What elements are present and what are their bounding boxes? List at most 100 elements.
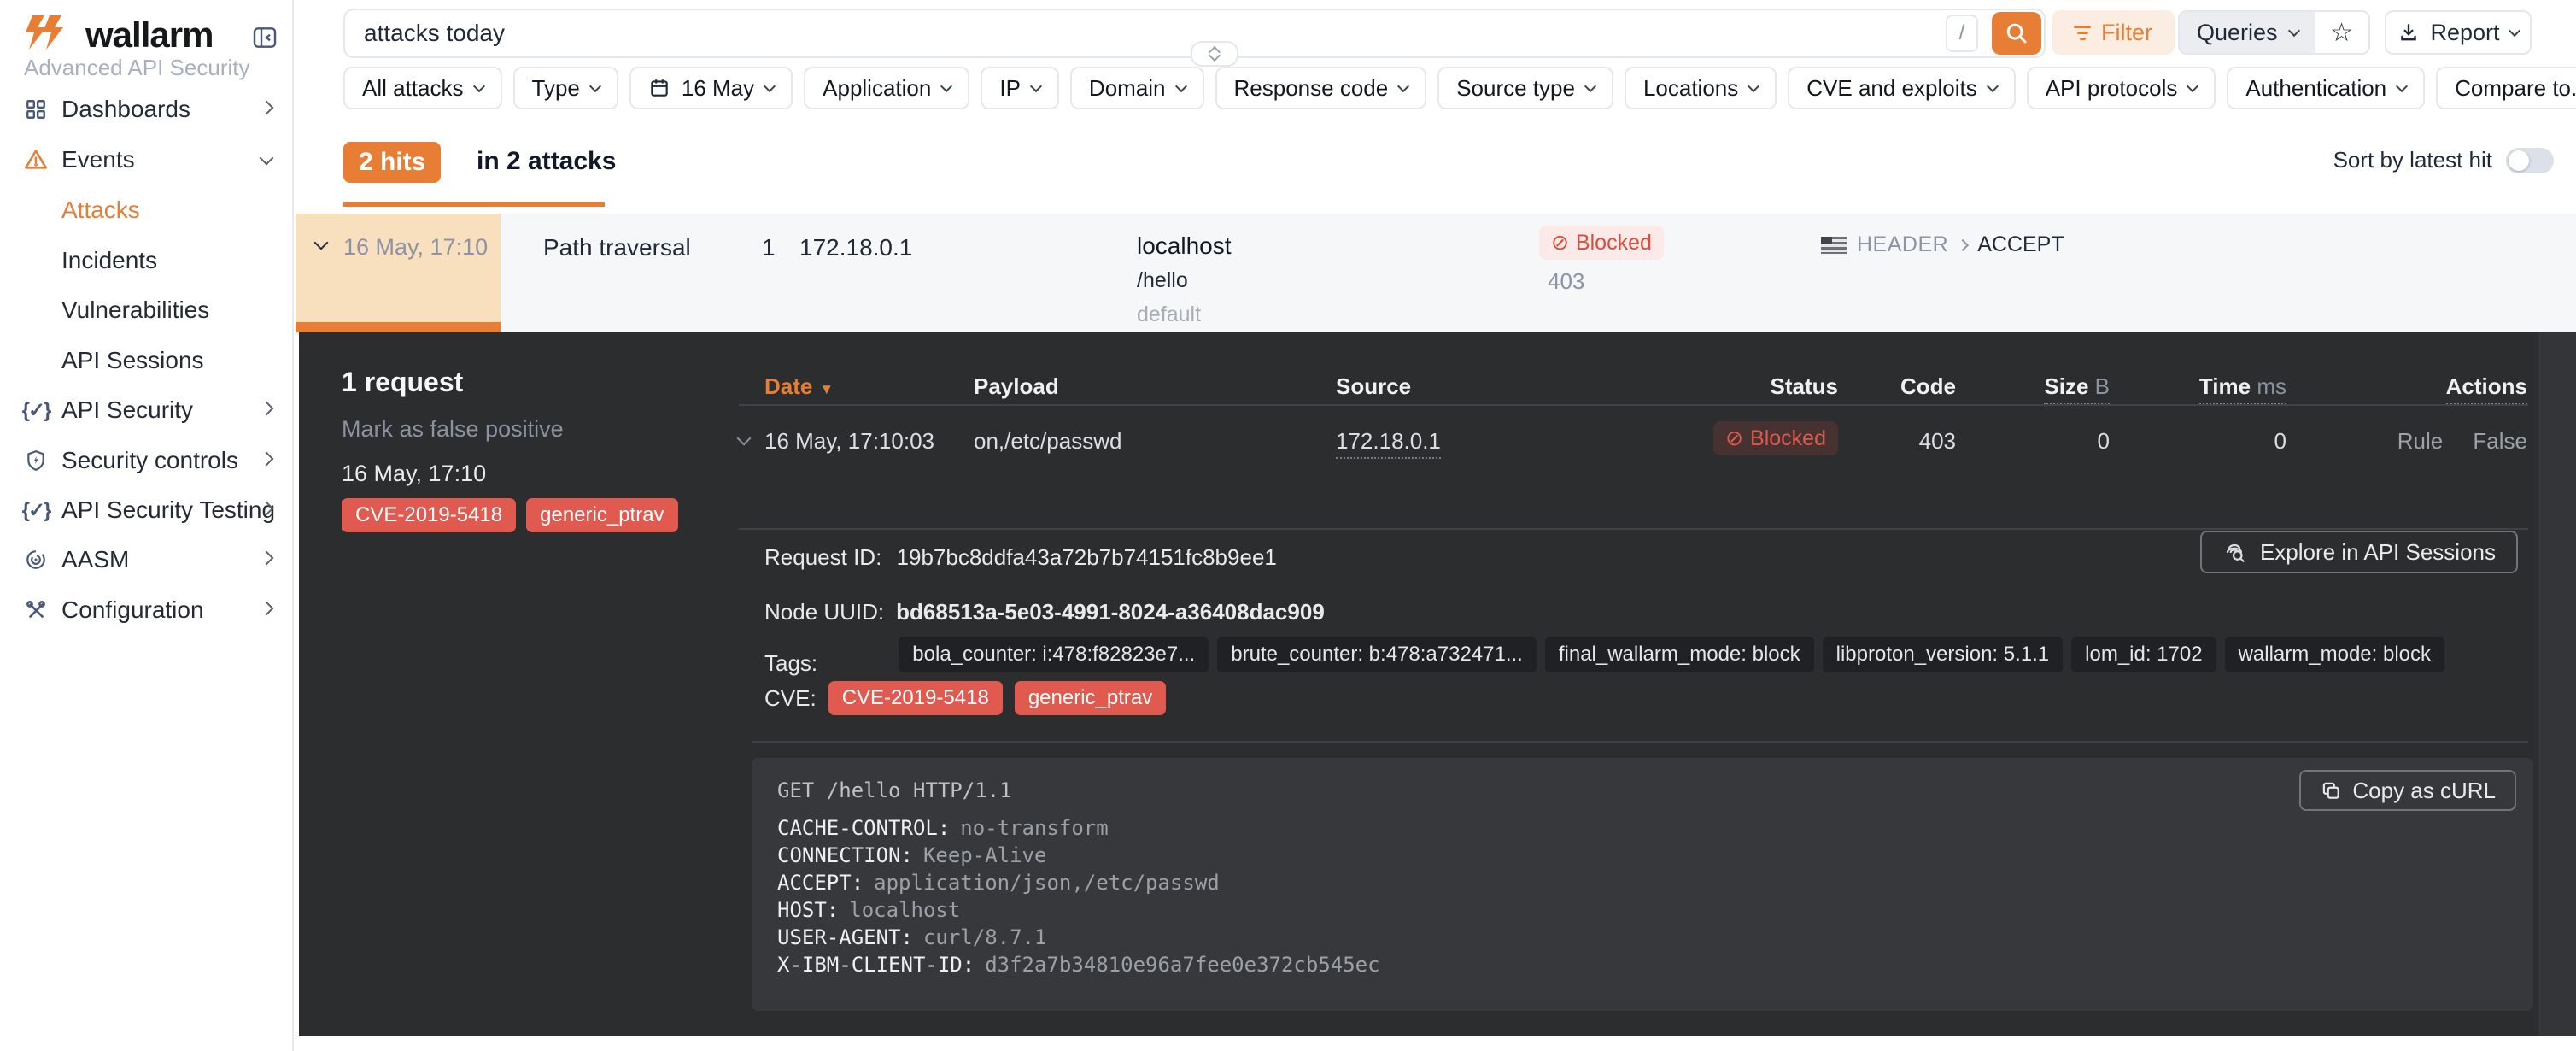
cve-tag[interactable]: CVE-2019-5418 bbox=[342, 498, 516, 532]
sort-toggle[interactable] bbox=[2506, 148, 2554, 173]
chevron-down-icon bbox=[2187, 80, 2198, 92]
rule-action-link[interactable]: Rule bbox=[2397, 428, 2443, 454]
queries-button[interactable]: Queries bbox=[2180, 12, 2315, 53]
attack-tag[interactable]: generic_ptrav bbox=[526, 498, 677, 532]
table-separator bbox=[739, 404, 2528, 406]
country-flag-icon bbox=[1821, 237, 1847, 254]
chevron-right-icon bbox=[260, 502, 274, 516]
sidebar-item-api-sessions[interactable]: API Sessions bbox=[0, 340, 294, 381]
request-time: 0 bbox=[2110, 428, 2286, 455]
attack-source-ip: 172.18.0.1 bbox=[799, 234, 912, 261]
http-headers: CACHE-CONTROL:no-transform CONNECTION:Ke… bbox=[777, 814, 1380, 978]
tag-pill[interactable]: wallarm_mode: block bbox=[2225, 637, 2444, 672]
chevron-down-icon bbox=[2508, 25, 2520, 37]
tag-pill[interactable]: bola_counter: i:478:f82823e7... bbox=[899, 637, 1209, 672]
sidebar-item-api-security-testing[interactable]: {✓} API Security Testing bbox=[0, 490, 294, 531]
filter-button[interactable]: Filter bbox=[2052, 10, 2175, 55]
tag-pill[interactable]: final_wallarm_mode: block bbox=[1545, 637, 1814, 672]
filter-chip-api-protocols[interactable]: API protocols bbox=[2027, 67, 2216, 109]
filter-chip-ip[interactable]: IP bbox=[981, 67, 1059, 109]
attack-date-cell[interactable]: 16 May, 17:10 bbox=[296, 214, 501, 332]
filter-chip-all-attacks[interactable]: All attacks bbox=[343, 67, 502, 109]
filter-chip-compare-to[interactable]: Compare to... bbox=[2436, 67, 2576, 109]
sidebar-item-api-security[interactable]: {✓} API Security bbox=[0, 390, 294, 431]
request-payload: on,/etc/passwd bbox=[974, 428, 1121, 455]
tags-row: bola_counter: i:478:f82823e7... brute_co… bbox=[899, 637, 2444, 672]
sidebar-item-incidents[interactable]: Incidents bbox=[0, 240, 294, 281]
search-button[interactable] bbox=[1992, 12, 2041, 55]
filter-chip-type[interactable]: Type bbox=[513, 67, 618, 109]
chevron-down-icon[interactable] bbox=[737, 432, 752, 446]
request-count-title: 1 request bbox=[342, 367, 463, 398]
attack-tag[interactable]: generic_ptrav bbox=[1015, 681, 1166, 715]
http-header-line: ACCEPT:application/json,/etc/passwd bbox=[777, 869, 1380, 896]
slash-shortcut-key: / bbox=[1946, 15, 1978, 52]
false-action-link[interactable]: False bbox=[2473, 428, 2527, 454]
filter-chip-date[interactable]: 16 May bbox=[629, 67, 793, 109]
table-separator bbox=[739, 528, 2528, 530]
detail-summary-tags: CVE-2019-5418 generic_ptrav bbox=[342, 498, 678, 532]
http-header-line: CACHE-CONTROL:no-transform bbox=[777, 814, 1380, 842]
collapse-searchbar-handle[interactable] bbox=[1191, 41, 1238, 67]
logo[interactable]: wallarm bbox=[24, 14, 213, 56]
sidebar-item-events[interactable]: Events bbox=[0, 139, 294, 180]
http-header-line: CONNECTION:Keep-Alive bbox=[777, 842, 1380, 869]
request-date: 16 May, 17:10:03 bbox=[764, 428, 934, 455]
chevron-down-icon bbox=[764, 80, 776, 92]
column-header-size[interactable]: Size B bbox=[1956, 373, 2110, 400]
sidebar-collapse-icon[interactable] bbox=[251, 24, 278, 51]
attack-application: default bbox=[1137, 302, 1201, 327]
detail-date: 16 May, 17:10 bbox=[342, 461, 486, 487]
sidebar-item-vulnerabilities[interactable]: Vulnerabilities bbox=[0, 290, 294, 331]
filter-chip-locations[interactable]: Locations bbox=[1625, 67, 1777, 109]
fingerprint-search-icon bbox=[2222, 539, 2248, 565]
attack-type: Path traversal bbox=[543, 234, 691, 261]
filter-chip-source-type[interactable]: Source type bbox=[1437, 67, 1613, 109]
hits-count-badge: 2 hits bbox=[343, 142, 441, 183]
column-header-time[interactable]: Time ms bbox=[2110, 373, 2286, 400]
column-header-date[interactable]: Date▼ bbox=[764, 373, 834, 400]
filter-chip-application[interactable]: Application bbox=[804, 67, 969, 109]
filter-chip-response-code[interactable]: Response code bbox=[1215, 67, 1427, 109]
request-actions: Rule False bbox=[2286, 428, 2527, 455]
http-header-line: HOST:localhost bbox=[777, 896, 1380, 924]
explore-api-sessions-button[interactable]: Explore in API Sessions bbox=[2200, 531, 2518, 573]
column-header-actions[interactable]: Actions bbox=[2286, 373, 2527, 400]
sidebar-item-security-controls[interactable]: Security controls bbox=[0, 440, 294, 481]
mark-false-positive-link[interactable]: Mark as false positive bbox=[342, 416, 564, 443]
search-icon bbox=[2004, 21, 2029, 46]
product-subtitle: Advanced API Security bbox=[24, 55, 249, 81]
sidebar-item-dashboards[interactable]: Dashboards bbox=[0, 89, 294, 130]
chevron-down-icon bbox=[260, 151, 274, 166]
wallarm-bolt-icon bbox=[24, 14, 73, 56]
favorite-star-button[interactable]: ☆ bbox=[2315, 12, 2368, 53]
radar-icon bbox=[24, 548, 48, 572]
request-source[interactable]: 172.18.0.1 bbox=[1336, 428, 1441, 455]
panel-scrollbar-track[interactable] bbox=[2538, 332, 2576, 1036]
sidebar-item-aasm[interactable]: AASM bbox=[0, 539, 294, 580]
chevron-right-icon bbox=[260, 602, 274, 616]
tag-pill[interactable]: lom_id: 1702 bbox=[2071, 637, 2216, 672]
filter-chip-domain[interactable]: Domain bbox=[1070, 67, 1204, 109]
search-input[interactable] bbox=[345, 19, 1946, 48]
attack-target-pointer: HEADER ACCEPT bbox=[1821, 232, 2064, 257]
request-size: 0 bbox=[1956, 428, 2110, 455]
copy-as-curl-button[interactable]: Copy as cURL bbox=[2299, 770, 2516, 811]
attack-domain: localhost bbox=[1137, 232, 1232, 260]
tag-pill[interactable]: libproton_version: 5.1.1 bbox=[1823, 637, 2064, 672]
attack-row[interactable]: 16 May, 17:10 Path traversal 1 172.18.0.… bbox=[296, 214, 2576, 332]
filter-chip-authentication[interactable]: Authentication bbox=[2227, 67, 2425, 109]
cve-row: CVE: CVE-2019-5418 generic_ptrav bbox=[764, 681, 1166, 715]
tag-pill[interactable]: brute_counter: b:478:a732471... bbox=[1217, 637, 1537, 672]
request-status-cell: ⊘ Blocked bbox=[1618, 421, 1838, 455]
filter-chip-cve[interactable]: CVE and exploits bbox=[1788, 67, 2015, 109]
chevron-down-icon bbox=[1397, 80, 1409, 92]
report-button[interactable]: Report bbox=[2385, 10, 2532, 55]
sidebar-item-configuration[interactable]: Configuration bbox=[0, 590, 294, 631]
chevron-right-icon bbox=[260, 452, 274, 467]
cve-tag[interactable]: CVE-2019-5418 bbox=[828, 681, 1003, 715]
download-icon bbox=[2397, 21, 2420, 44]
main-content: / Filter Queries ☆ bbox=[296, 0, 2576, 1051]
shield-icon bbox=[24, 449, 48, 473]
sidebar-item-attacks[interactable]: Attacks bbox=[0, 190, 294, 231]
